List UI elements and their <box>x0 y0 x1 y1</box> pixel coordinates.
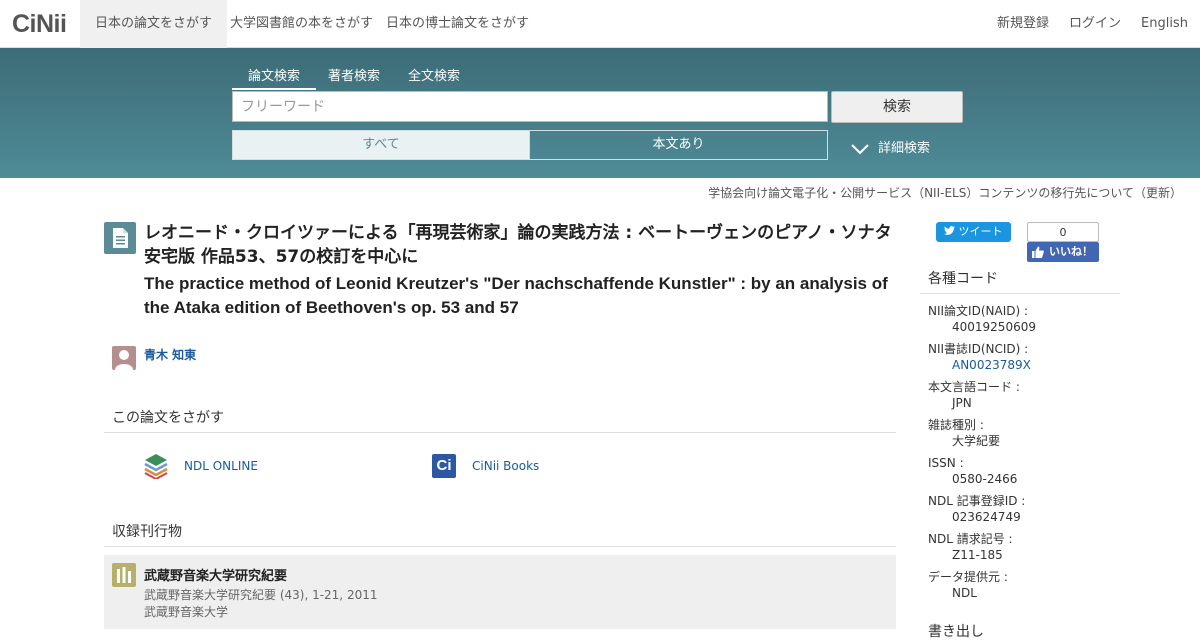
cinii-books-link[interactable]: CiNii Books <box>472 459 539 473</box>
chevron-down-icon <box>851 143 869 154</box>
filter-all[interactable]: すべて <box>232 130 530 160</box>
journal-icon <box>112 563 136 587</box>
article-title-en: The practice method of Leonid Kreutzer's… <box>144 274 888 317</box>
codes-heading: 各種コード <box>928 271 998 287</box>
search-input[interactable] <box>232 91 828 122</box>
nav-tab-dissertations[interactable]: 日本の博士論文をさがす <box>371 0 544 48</box>
article-title-ja: レオニード・クロイツァーによる「再現芸術家」論の実践方法 : ベートーヴェンのピ… <box>144 223 892 267</box>
code-item: データ提供元 : NDL <box>928 569 1118 607</box>
cinii-books-icon[interactable]: Ci <box>432 454 456 478</box>
code-list: NII論文ID(NAID) : 40019250609 NII書誌ID(NCID… <box>928 303 1118 607</box>
nav-tab-books[interactable]: 大学図書館の本をさがす <box>215 0 388 48</box>
code-item: ISSN : 0580-2466 <box>928 455 1118 493</box>
tab-article-search[interactable]: 論文検索 <box>232 65 317 90</box>
journal-section-heading: 収録刊行物 <box>112 524 182 540</box>
divider <box>104 546 896 547</box>
register-link[interactable]: 新規登録 <box>997 0 1049 48</box>
divider <box>920 293 1120 294</box>
find-section-heading: この論文をさがす <box>112 410 224 426</box>
search-button[interactable]: 検索 <box>831 91 963 123</box>
code-label: ISSN : <box>928 456 964 470</box>
code-item: NII論文ID(NAID) : 40019250609 <box>928 303 1118 341</box>
code-value: 大学紀要 <box>952 434 1001 448</box>
code-label: 本文言語コード : <box>928 380 1020 394</box>
notice-link[interactable]: 学協会向け論文電子化・公開サービス（NII-ELS）コンテンツの移行先について（… <box>708 184 1182 201</box>
code-label: NDL 請求記号 : <box>928 532 1013 546</box>
tab-fulltext-search[interactable]: 全文検索 <box>392 65 476 88</box>
ndl-online-link[interactable]: NDL ONLINE <box>184 459 258 473</box>
journal-title-link[interactable]: 武蔵野音楽大学研究紀要 <box>144 565 287 584</box>
code-item: NII書誌ID(NCID) : AN0023789X <box>928 341 1118 379</box>
tweet-button[interactable]: ツイート <box>936 222 1011 242</box>
journal-publisher: 武蔵野音楽大学 <box>144 605 229 619</box>
code-label: NDL 記事登録ID : <box>928 494 1026 508</box>
english-link[interactable]: English <box>1141 0 1188 48</box>
ndl-icon[interactable] <box>144 453 168 481</box>
login-link[interactable]: ログイン <box>1069 0 1121 48</box>
tweet-label: ツイート <box>958 226 1003 238</box>
author-link[interactable]: 青木 知東 <box>144 346 196 363</box>
ncid-link[interactable]: AN0023789X <box>928 357 1118 373</box>
filter-fulltext[interactable]: 本文あり <box>529 130 828 160</box>
code-value: Z11-185 <box>952 548 1003 562</box>
twitter-bird-icon <box>944 226 958 238</box>
code-label: NII論文ID(NAID) : <box>928 304 1029 318</box>
code-value: JPN <box>952 396 972 410</box>
code-value: NDL <box>952 586 977 600</box>
code-item: NDL 記事登録ID : 023624749 <box>928 493 1118 531</box>
cinii-logo[interactable]: CiNii <box>12 10 67 39</box>
code-item: NDL 請求記号 : Z11-185 <box>928 531 1118 569</box>
thumbs-up-icon <box>1032 246 1044 258</box>
code-value: 023624749 <box>952 510 1021 524</box>
facebook-like-button[interactable]: いいね！ <box>1027 242 1099 262</box>
nav-tab-articles[interactable]: 日本の論文をさがす <box>80 0 228 48</box>
author-avatar-icon <box>112 346 136 370</box>
export-heading: 書き出し <box>928 624 984 640</box>
like-label: いいね！ <box>1049 245 1093 258</box>
advanced-search-label: 詳細検索 <box>878 141 931 156</box>
journal-citation: 武蔵野音楽大学研究紀要 (43), 1-21, 2011 <box>144 588 378 602</box>
code-label: NII書誌ID(NCID) : <box>928 342 1029 356</box>
top-nav: CiNii 日本の論文をさがす 大学図書館の本をさがす 日本の博士論文をさがす … <box>0 0 1200 48</box>
search-band: 論文検索 著者検索 全文検索 検索 すべて 本文あり 詳細検索 <box>0 48 1200 178</box>
code-value: 40019250609 <box>952 320 1036 334</box>
code-value: 0580-2466 <box>952 472 1018 486</box>
document-icon <box>104 222 136 254</box>
like-count: 0 <box>1027 222 1099 242</box>
divider <box>104 432 896 433</box>
tab-author-search[interactable]: 著者検索 <box>312 65 396 88</box>
code-label: データ提供元 : <box>928 570 1008 584</box>
code-item: 本文言語コード : JPN <box>928 379 1118 417</box>
advanced-search-toggle[interactable]: 詳細検索 <box>850 137 930 156</box>
code-item: 雑誌種別 : 大学紀要 <box>928 417 1118 455</box>
code-label: 雑誌種別 : <box>928 418 984 432</box>
